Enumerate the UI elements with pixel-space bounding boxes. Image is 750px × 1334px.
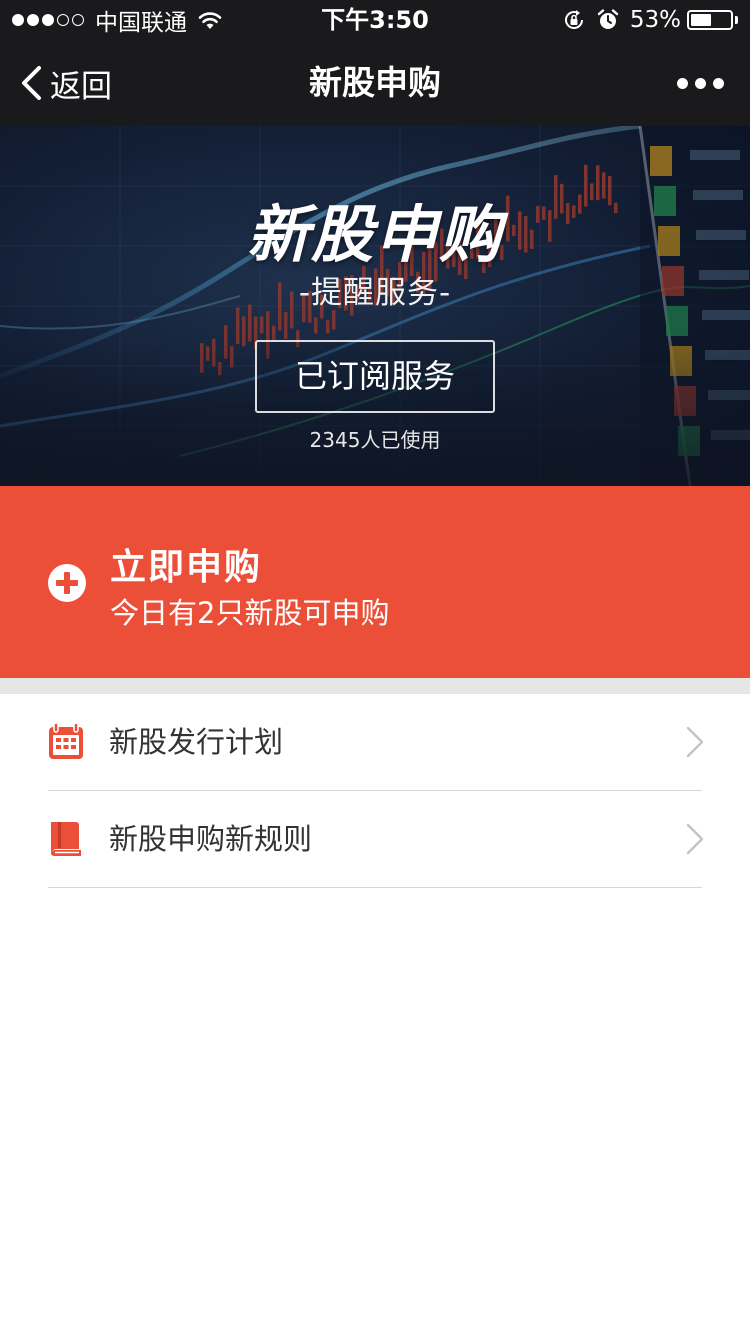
subscribed-service-button[interactable]: 已订阅服务 (255, 340, 495, 413)
rotation-lock-icon (564, 10, 583, 29)
chevron-left-icon (22, 66, 41, 100)
list-item-ipo-schedule[interactable]: 新股发行计划 (0, 694, 750, 791)
alarm-clock-icon (597, 9, 619, 29)
more-dot-icon (677, 77, 688, 89)
more-dot-icon (713, 77, 724, 89)
book-icon (51, 822, 81, 857)
cta-subtitle: 今日有2只新股可申购 (110, 596, 390, 630)
chevron-right-icon (686, 726, 704, 758)
more-button[interactable] (670, 40, 724, 126)
section-separator (0, 678, 750, 694)
hero-banner: 新股申购 -提醒服务- 已订阅服务 2345人已使用 (0, 126, 750, 486)
calendar-icon (49, 722, 83, 759)
nav-bar: 返回 新股申购 (0, 40, 750, 126)
list-item-label: 新股发行计划 (109, 725, 284, 759)
page-title: 新股申购 (309, 63, 441, 102)
battery-fill (691, 14, 712, 26)
battery-percent: 53% (629, 7, 681, 33)
cta-title: 立即申购 (110, 547, 263, 588)
list-item-ipo-new-rules[interactable]: 新股申购新规则 (0, 791, 750, 888)
status-right: 53% (562, 0, 738, 40)
divider (48, 887, 702, 888)
back-button[interactable]: 返回 (20, 40, 112, 126)
back-label: 返回 (50, 68, 112, 105)
subscribe-now-banner[interactable]: 立即申购 今日有2只新股可申购 (0, 486, 750, 678)
hero-subtitle: -提醒服务- (298, 275, 452, 311)
more-dot-icon (695, 77, 706, 89)
battery-icon (687, 10, 733, 30)
usage-count: 2345人已使用 (309, 428, 441, 452)
chevron-right-icon (686, 823, 704, 855)
battery-cap (735, 16, 738, 24)
list-item-label: 新股申购新规则 (109, 822, 313, 856)
status-bar: 中国联通 下午3:50 53% (0, 0, 750, 40)
plus-circle-icon (48, 564, 86, 602)
menu-list: 新股发行计划 新股申购新规则 (0, 694, 750, 888)
hero-title: 新股申购 (246, 198, 503, 271)
